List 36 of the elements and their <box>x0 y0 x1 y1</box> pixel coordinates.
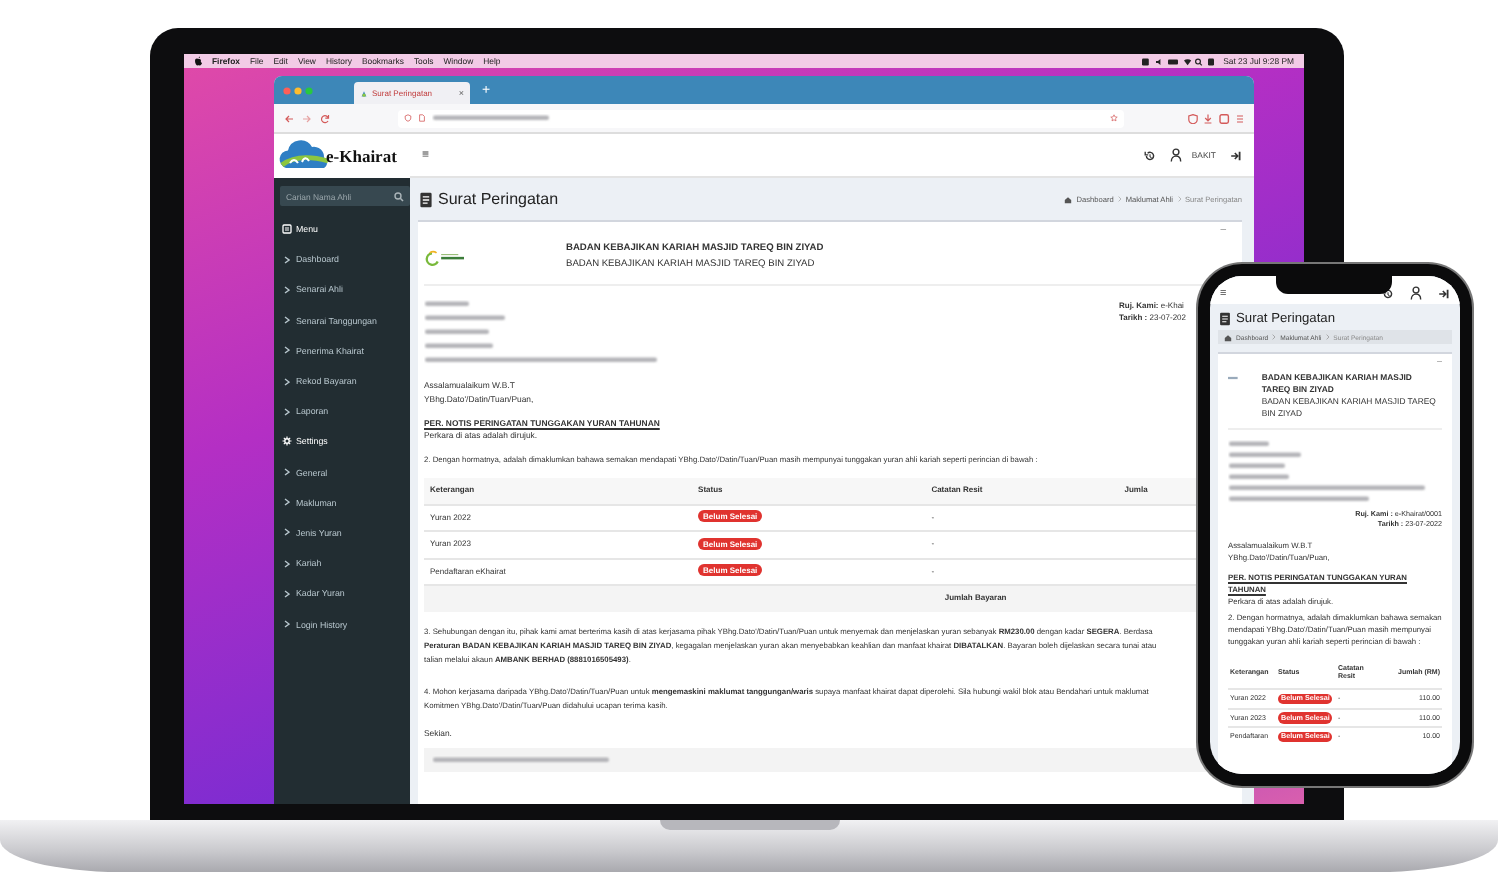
reload-icon[interactable] <box>320 113 330 123</box>
page-icon <box>418 114 426 122</box>
chevron-icon <box>284 255 290 264</box>
chevron-icon <box>284 498 290 507</box>
list-icon <box>282 224 292 235</box>
phone-notch <box>1276 276 1392 294</box>
chevron-icon <box>284 589 290 598</box>
logo-icon[interactable] <box>194 56 202 66</box>
logout-icon[interactable] <box>1438 288 1450 300</box>
history-icon[interactable] <box>1143 149 1156 161</box>
document-icon <box>1218 312 1232 326</box>
status-icons-drawing[interactable] <box>1141 57 1214 65</box>
chevron-icon <box>284 377 290 386</box>
shield-icon <box>404 114 412 122</box>
logout-icon[interactable] <box>1230 149 1242 161</box>
document-icon <box>418 191 434 207</box>
app-logo-text: e-Khairat <box>326 146 397 166</box>
chevron-icon <box>284 620 290 629</box>
blurred-url <box>432 114 552 122</box>
chevron-icon <box>284 346 290 355</box>
chevron-icon <box>284 407 290 416</box>
page-title: Surat Peringatan <box>438 190 559 208</box>
star-icon[interactable] <box>1110 114 1118 122</box>
chevron-icon <box>284 559 290 568</box>
gear-icon <box>282 436 292 447</box>
chevron-icon <box>284 468 290 477</box>
toolbar-icons-drawing[interactable] <box>1188 113 1244 123</box>
home-icon <box>1064 195 1073 203</box>
back-icon[interactable] <box>284 113 294 123</box>
chevron-icon <box>284 316 290 325</box>
user-icon <box>1169 148 1182 162</box>
home-icon <box>1224 333 1232 341</box>
favicon-icon <box>360 89 368 97</box>
user-icon[interactable] <box>1410 286 1422 300</box>
chevron-icon <box>284 285 290 294</box>
chevron-icon <box>284 528 290 537</box>
